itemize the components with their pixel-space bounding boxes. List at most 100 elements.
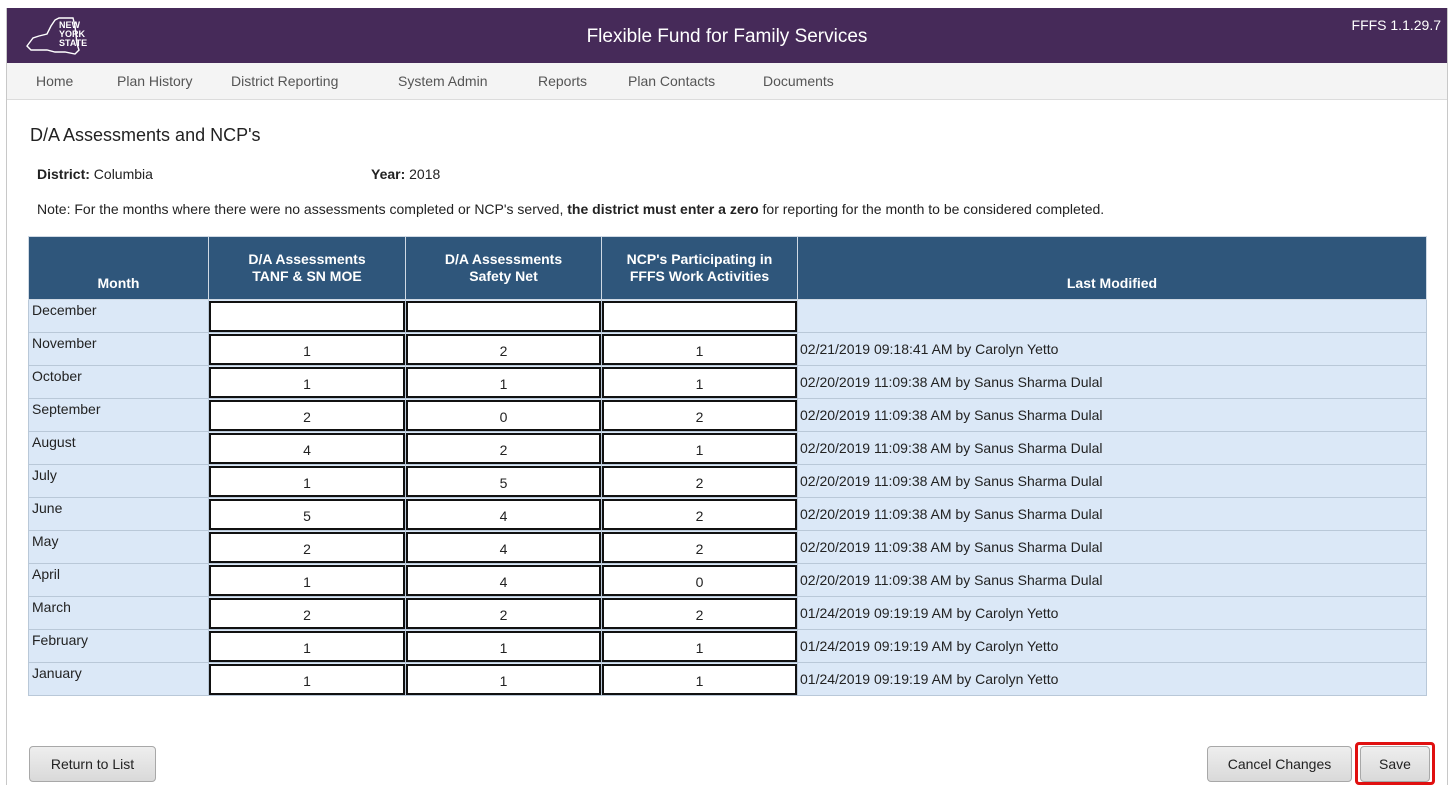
ncp-input[interactable]: 1 [602, 663, 797, 695]
ncp-input[interactable]: 2 [602, 399, 797, 431]
ncp-input[interactable]: 1 [602, 333, 797, 365]
ncp-cell [601, 299, 798, 333]
tanf-input[interactable]: 2 [209, 399, 405, 431]
nav-reports[interactable]: Reports [538, 73, 587, 89]
tanf-input[interactable]: 1 [209, 366, 405, 398]
sn-input[interactable]: 1 [406, 630, 601, 662]
last-modified-cell: 02/20/2019 11:09:38 AM by Sanus Sharma D… [797, 398, 1427, 432]
col-tanf-header: D/A Assessments TANF & SN MOE [208, 236, 406, 300]
sn-input[interactable]: 4 [406, 564, 601, 596]
tanf-cell: 1 [208, 332, 406, 366]
page-title: D/A Assessments and NCP's [30, 125, 261, 145]
tanf-input[interactable]: 1 [209, 564, 405, 596]
ncp-input[interactable]: 1 [602, 432, 797, 464]
table-row: November 1 2 1 02/21/2019 09:18:41 AM by… [28, 332, 1427, 366]
tanf-input[interactable] [209, 300, 405, 332]
ncp-input[interactable]: 1 [602, 630, 797, 662]
month-cell: August [28, 431, 209, 465]
nav-documents[interactable]: Documents [763, 73, 834, 89]
sn-input[interactable]: 5 [406, 465, 601, 497]
col-ncp-line2: FFFS Work Activities [629, 268, 770, 284]
ncp-input[interactable]: 2 [602, 597, 797, 629]
cancel-changes-button[interactable]: Cancel Changes [1207, 746, 1352, 782]
tanf-input[interactable]: 1 [209, 663, 405, 695]
sn-cell: 1 [405, 365, 602, 399]
ncp-cell: 2 [601, 497, 798, 531]
col-month-header: Month [28, 236, 209, 300]
tanf-input[interactable]: 1 [209, 333, 405, 365]
ncp-cell: 0 [601, 563, 798, 597]
district-info: District: Columbia [37, 166, 153, 182]
last-modified-cell: 02/20/2019 11:09:38 AM by Sanus Sharma D… [797, 563, 1427, 597]
nav-system-admin[interactable]: System Admin [398, 73, 487, 89]
col-last-modified-header: Last Modified [797, 236, 1427, 300]
nav-plan-contacts[interactable]: Plan Contacts [628, 73, 715, 89]
last-modified-cell: 02/21/2019 09:18:41 AM by Carolyn Yetto [797, 332, 1427, 366]
table-row: July 1 5 2 02/20/2019 11:09:38 AM by San… [28, 464, 1427, 498]
sn-input[interactable]: 4 [406, 531, 601, 563]
table-row: February 1 1 1 01/24/2019 09:19:19 AM by… [28, 629, 1427, 663]
sn-cell: 1 [405, 629, 602, 663]
nav-home[interactable]: Home [36, 73, 73, 89]
table-row: August 4 2 1 02/20/2019 11:09:38 AM by S… [28, 431, 1427, 465]
tanf-input[interactable]: 2 [209, 597, 405, 629]
sn-input[interactable]: 1 [406, 366, 601, 398]
ncp-input[interactable]: 2 [602, 498, 797, 530]
last-modified-cell [797, 299, 1427, 333]
col-ncp-header: NCP's Participating in FFFS Work Activit… [601, 236, 798, 300]
nav-bar: Home Plan History District Reporting Sys… [7, 63, 1447, 100]
version-label: FFFS 1.1.29.7 [1351, 17, 1441, 33]
ncp-cell: 2 [601, 530, 798, 564]
note-prefix: Note: For the months where there were no… [37, 201, 564, 217]
month-cell: March [28, 596, 209, 630]
sn-input[interactable]: 2 [406, 597, 601, 629]
sn-input[interactable]: 2 [406, 333, 601, 365]
sn-input[interactable]: 2 [406, 432, 601, 464]
sn-cell: 2 [405, 431, 602, 465]
last-modified-cell: 02/20/2019 11:09:38 AM by Sanus Sharma D… [797, 365, 1427, 399]
col-month-label: Month [97, 275, 140, 291]
col-sn-line1: D/A Assessments [444, 251, 563, 267]
table-row: December [28, 299, 1427, 333]
note-suffix: for reporting for the month to be consid… [762, 201, 1105, 217]
ncp-input[interactable]: 2 [602, 465, 797, 497]
year-info: Year: 2018 [371, 166, 440, 182]
table-row: October 1 1 1 02/20/2019 11:09:38 AM by … [28, 365, 1427, 399]
sn-input[interactable]: 1 [406, 663, 601, 695]
ncp-cell: 1 [601, 662, 798, 696]
ncp-input[interactable]: 0 [602, 564, 797, 596]
month-cell: September [28, 398, 209, 432]
ncp-cell: 1 [601, 365, 798, 399]
month-cell: December [28, 299, 209, 333]
app-title: Flexible Fund for Family Services [586, 26, 868, 47]
last-modified-cell: 02/20/2019 11:09:38 AM by Sanus Sharma D… [797, 431, 1427, 465]
ncp-input[interactable] [602, 300, 797, 332]
month-cell: July [28, 464, 209, 498]
sn-cell: 2 [405, 596, 602, 630]
tanf-input[interactable]: 2 [209, 531, 405, 563]
ncp-cell: 1 [601, 629, 798, 663]
tanf-input[interactable]: 4 [209, 432, 405, 464]
tanf-cell [208, 299, 406, 333]
nav-plan-history[interactable]: Plan History [117, 73, 192, 89]
month-cell: October [28, 365, 209, 399]
tanf-input[interactable]: 1 [209, 465, 405, 497]
tanf-cell: 5 [208, 497, 406, 531]
month-cell: January [28, 662, 209, 696]
col-sn-line2: Safety Net [469, 268, 538, 284]
tanf-input[interactable]: 1 [209, 630, 405, 662]
tanf-input[interactable]: 5 [209, 498, 405, 530]
ncp-cell: 1 [601, 332, 798, 366]
month-cell: November [28, 332, 209, 366]
nav-district-reporting[interactable]: District Reporting [231, 73, 338, 89]
sn-input[interactable]: 4 [406, 498, 601, 530]
ncp-input[interactable]: 2 [602, 531, 797, 563]
table-row: September 2 0 2 02/20/2019 11:09:38 AM b… [28, 398, 1427, 432]
ncp-input[interactable]: 1 [602, 366, 797, 398]
sn-input[interactable] [406, 300, 601, 332]
last-modified-cell: 01/24/2019 09:19:19 AM by Carolyn Yetto [797, 596, 1427, 630]
sn-input[interactable]: 0 [406, 399, 601, 431]
month-cell: April [28, 563, 209, 597]
return-to-list-button[interactable]: Return to List [29, 746, 156, 782]
year-label: Year: [371, 166, 406, 182]
